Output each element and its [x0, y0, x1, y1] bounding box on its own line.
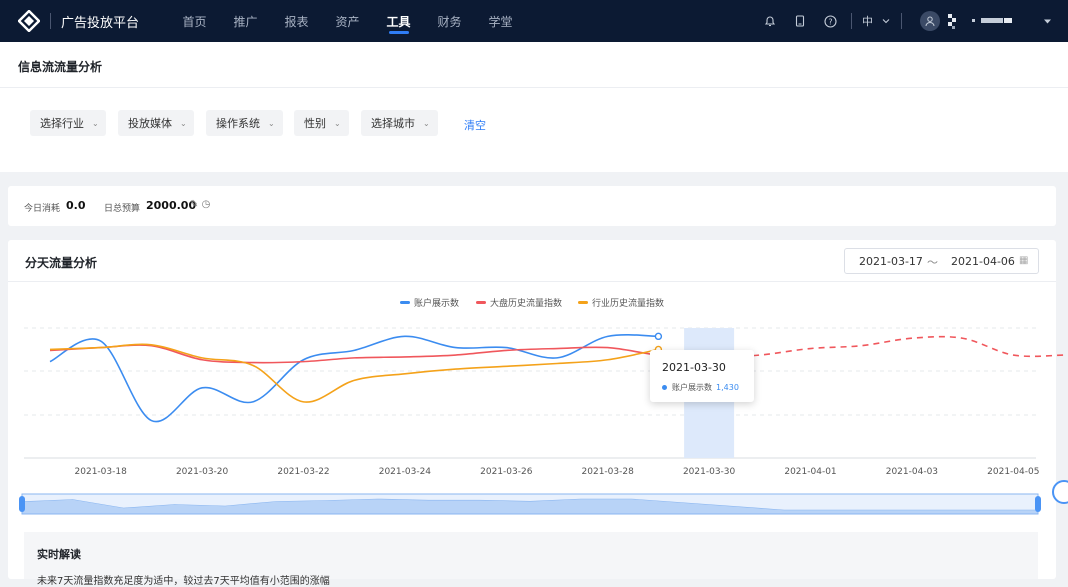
filter-label: 投放媒体 [128, 117, 172, 130]
filter-media[interactable]: 投放媒体 ⌄ [118, 110, 194, 136]
tooltip-date: 2021-03-30 [662, 361, 726, 374]
legend-label: 大盘历史流量指数 [490, 297, 562, 309]
tooltip-row: 账户展示数 1,430 [662, 382, 739, 393]
toolbar-divider [851, 13, 852, 29]
nav-tools[interactable]: 工具 [373, 0, 424, 42]
filter-label: 性别 [304, 117, 326, 130]
x-tick-label: 2021-04-03 [886, 467, 938, 477]
x-tick-label: 2021-03-20 [176, 467, 229, 477]
daily-budget-value: 2000.00 [146, 199, 197, 212]
toolbar-divider-2 [901, 13, 902, 29]
insight-panel: 实时解读 未来7天流量指数充足度为适中，较过去7天平均值有小范围的涨幅 [24, 532, 1038, 587]
x-tick-label: 2021-03-30 [683, 467, 736, 477]
x-axis-ticks: 2021-03-18 2021-03-20 2021-03-22 2021-03-24… [75, 467, 1040, 477]
card-header: 分天流量分析 2021-03-17 〜 2021-04-06 ▦ [8, 240, 1056, 282]
insight-title: 实时解读 [37, 548, 81, 561]
series-line-2 [49, 343, 659, 403]
filter-label: 选择行业 [40, 117, 84, 130]
brand-divider [50, 13, 51, 29]
caret-down-icon[interactable] [1040, 14, 1054, 28]
series-end-point-0 [654, 332, 663, 341]
filter-label: 选择城市 [371, 117, 415, 130]
edit-icon[interactable]: ✎ [190, 199, 198, 210]
nav-finance[interactable]: 财务 [424, 0, 475, 42]
user-icon[interactable] [920, 11, 940, 31]
slider-handle [1035, 496, 1041, 512]
filter-label: 操作系统 [216, 117, 260, 130]
today-spend-value: 0.0 [66, 199, 86, 212]
language-switch[interactable]: 中 [862, 13, 873, 29]
filter-industry[interactable]: 选择行业 ⌄ [30, 110, 106, 136]
filter-gender[interactable]: 性别 ⌄ [294, 110, 349, 136]
x-tick-label: 2021-03-22 [277, 467, 329, 477]
x-tick-label: 2021-03-28 [582, 467, 635, 477]
x-tick-label: 2021-03-26 [480, 467, 533, 477]
chevron-down-icon: ⌄ [423, 118, 430, 128]
top-navbar: 广告投放平台 首页 推广 报表 资产 工具 财务 学堂 ? 中 [0, 0, 1068, 42]
data-zoom-slider[interactable] [19, 493, 1041, 515]
date-range-picker[interactable]: 2021-03-17 〜 2021-04-06 ▦ [844, 248, 1039, 274]
tooltip-label: 账户展示数 [672, 383, 712, 392]
date-end[interactable]: 2021-04-06 [951, 255, 1015, 268]
x-tick-label: 2021-04-05 [987, 467, 1039, 477]
date-separator: 〜 [927, 256, 938, 269]
chart-lines [49, 332, 1065, 423]
slider-handle [19, 496, 25, 512]
budget-bar: 今日消耗 0.0 日总预算 2000.00 ✎ ◷ [8, 186, 1056, 226]
svg-text:?: ? [828, 17, 832, 26]
page-title-bar: 信息流流量分析 [0, 42, 1068, 88]
top-right-tools: ? 中 [755, 0, 1068, 42]
chevron-down-icon: ⌄ [268, 118, 275, 128]
bell-icon[interactable] [763, 14, 777, 28]
chevron-down-icon: ⌄ [180, 118, 187, 128]
nav-assets[interactable]: 资产 [322, 0, 373, 42]
date-start[interactable]: 2021-03-17 [859, 255, 923, 268]
x-tick-label: 2021-03-24 [379, 467, 432, 477]
chevron-down-icon: ⌄ [92, 118, 99, 128]
x-tick-label: 2021-03-18 [75, 467, 128, 477]
clear-filters-link[interactable]: 清空 [464, 117, 486, 133]
help-icon[interactable]: ? [823, 14, 837, 28]
clock-icon[interactable]: ◷ [202, 199, 211, 210]
legend-label: 行业历史流量指数 [592, 297, 664, 309]
daily-budget-label: 日总预算 [104, 204, 141, 214]
budget-actions: ✎ ◷ [190, 199, 210, 210]
legend-swatch [476, 301, 486, 304]
traffic-line-chart[interactable]: 账户展示数 大盘历史流量指数 行业历史流量指数 2021-03-18 2021-03-… [0, 280, 1068, 530]
nav-reports[interactable]: 报表 [271, 0, 322, 42]
tooltip-value: 1,430 [716, 383, 739, 392]
insight-text: 未来7天流量指数充足度为适中，较过去7天平均值有小范围的涨幅 [37, 576, 330, 587]
main-nav: 首页 推广 报表 资产 工具 财务 学堂 [169, 0, 526, 42]
filter-bar: 选择行业 ⌄ 投放媒体 ⌄ 操作系统 ⌄ 性别 ⌄ 选择城市 ⌄ 清空 [0, 88, 1068, 172]
page-title: 信息流流量分析 [18, 60, 103, 74]
nav-promotion[interactable]: 推广 [220, 0, 271, 42]
brand-name[interactable]: 广告投放平台 [61, 12, 139, 31]
account-name-redacted[interactable] [946, 12, 1036, 30]
today-spend-label: 今日消耗 [24, 204, 61, 214]
filter-os[interactable]: 操作系统 ⌄ [206, 110, 283, 136]
nav-home[interactable]: 首页 [169, 0, 220, 42]
calendar-icon[interactable]: ▦ [1019, 255, 1028, 266]
series-forecast-line-1 [709, 335, 1065, 359]
legend-swatch [578, 301, 588, 304]
chevron-down-icon: ⌄ [334, 118, 341, 128]
chart-legend: 账户展示数 大盘历史流量指数 行业历史流量指数 [400, 297, 664, 309]
nav-academy[interactable]: 学堂 [475, 0, 526, 42]
legend-label: 账户展示数 [414, 297, 459, 309]
card-title: 分天流量分析 [25, 256, 98, 270]
series-dot-icon [662, 385, 667, 390]
tablet-icon[interactable] [793, 14, 807, 28]
x-tick-label: 2021-04-01 [784, 467, 836, 477]
legend-swatch [400, 301, 410, 304]
filter-city[interactable]: 选择城市 ⌄ [361, 110, 438, 136]
chevron-down-icon[interactable] [879, 14, 893, 28]
chart-tooltip: 2021-03-30 账户展示数 1,430 [650, 350, 754, 402]
chart-grid [24, 327, 1036, 459]
brand-logo-icon[interactable] [17, 9, 41, 33]
